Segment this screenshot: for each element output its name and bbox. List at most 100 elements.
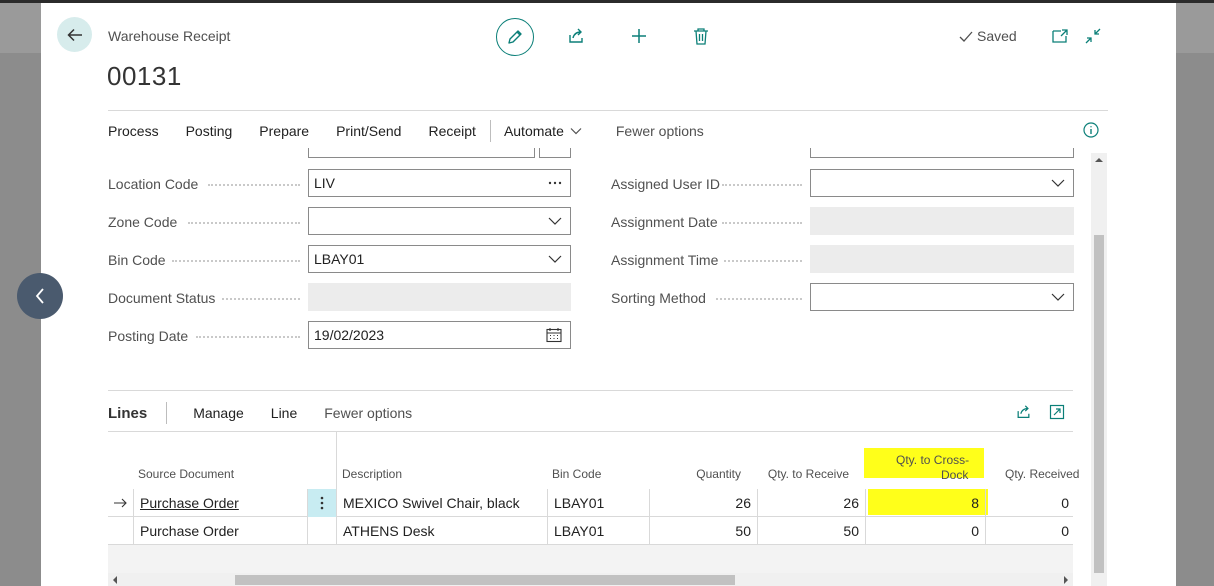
- cell-quantity[interactable]: 26: [649, 489, 757, 517]
- location-code-field[interactable]: LIV: [308, 169, 571, 197]
- lookup-button[interactable]: [548, 181, 562, 185]
- share-icon: [569, 28, 583, 43]
- dot-leader: [208, 184, 300, 186]
- arrow-right-icon: [114, 498, 127, 508]
- col-quantity[interactable]: Quantity: [668, 467, 741, 481]
- table-row[interactable]: Purchase Order MEXICO Swivel Chair, blac…: [108, 489, 1073, 517]
- assigned-user-id-field[interactable]: [810, 169, 1074, 197]
- chevron-down-icon: [548, 217, 562, 225]
- action-process[interactable]: Process: [108, 123, 159, 139]
- row-actions-button[interactable]: [307, 489, 336, 517]
- document-status-label: Document Status: [108, 290, 216, 306]
- collapse-button[interactable]: [1082, 25, 1104, 47]
- lines-action-line[interactable]: Line: [271, 405, 297, 421]
- delete-button[interactable]: [690, 25, 712, 47]
- page-caption: Warehouse Receipt: [108, 28, 231, 44]
- chevron-down-icon: [1051, 293, 1065, 301]
- lines-grid: Source Document Description Bin Code Qua…: [108, 431, 1079, 576]
- lines-divider: [108, 390, 1073, 391]
- chevron-down-icon: [570, 128, 582, 135]
- scrolled-field-left-button[interactable]: [539, 148, 571, 158]
- action-posting[interactable]: Posting: [186, 123, 233, 139]
- lines-separator: [166, 402, 168, 424]
- location-code-value: LIV: [314, 175, 336, 191]
- cell-bin-code[interactable]: LBAY01: [547, 517, 649, 545]
- row-indicator[interactable]: [108, 489, 133, 517]
- lines-expand-button[interactable]: [1049, 404, 1065, 425]
- open-new-window-button[interactable]: [1049, 25, 1071, 47]
- cell-quantity[interactable]: 50: [649, 517, 757, 545]
- row-indicator[interactable]: [108, 517, 133, 545]
- chevron-down-icon: [1051, 179, 1065, 187]
- share-button[interactable]: [565, 25, 587, 47]
- assigned-user-id-dropdown[interactable]: [1051, 179, 1065, 187]
- cell-qty-to-cross-dock[interactable]: 0: [865, 517, 985, 545]
- col-description[interactable]: Description: [342, 467, 402, 481]
- pencil-icon: [508, 30, 522, 44]
- cell-qty-to-receive[interactable]: 26: [757, 489, 865, 517]
- scrolled-field-left[interactable]: [308, 148, 535, 158]
- bin-code-dropdown[interactable]: [548, 255, 562, 263]
- dot-leader: [722, 184, 802, 186]
- col-qty-received[interactable]: Qty. Received: [1005, 467, 1079, 481]
- row-actions-cell[interactable]: [307, 517, 336, 545]
- action-bar: Process Posting Prepare Print/Send Recei…: [108, 119, 704, 143]
- assignment-time-label: Assignment Time: [611, 252, 719, 268]
- zone-code-dropdown[interactable]: [548, 217, 562, 225]
- save-status: Saved: [959, 28, 1017, 44]
- horizontal-scrollbar[interactable]: [108, 573, 1073, 586]
- plus-icon: [632, 29, 646, 43]
- edit-button[interactable]: [496, 18, 534, 56]
- back-button[interactable]: [57, 17, 92, 52]
- action-receipt[interactable]: Receipt: [428, 123, 475, 139]
- dot-leader: [724, 260, 802, 262]
- info-button[interactable]: [1083, 122, 1099, 143]
- sorting-method-dropdown[interactable]: [1051, 293, 1065, 301]
- lines-title[interactable]: Lines: [108, 405, 147, 422]
- bin-code-label: Bin Code: [108, 252, 166, 268]
- dot-leader: [716, 298, 802, 300]
- action-fewer-options[interactable]: Fewer options: [616, 123, 704, 139]
- cell-qty-to-cross-dock[interactable]: 8: [865, 489, 985, 517]
- action-print-send[interactable]: Print/Send: [336, 123, 401, 139]
- table-row[interactable]: Purchase Order ATHENS Desk LBAY01 50 50 …: [108, 517, 1073, 545]
- zone-code-field[interactable]: [308, 207, 571, 235]
- vertical-scrollbar[interactable]: [1091, 153, 1107, 586]
- sorting-method-field[interactable]: [810, 283, 1074, 311]
- date-picker-button[interactable]: [546, 327, 562, 343]
- lines-share-button[interactable]: [1015, 404, 1032, 425]
- dot-leader: [222, 298, 300, 300]
- previous-record-button[interactable]: [17, 273, 63, 319]
- cell-source-document[interactable]: Purchase Order: [133, 517, 307, 545]
- cell-qty-received[interactable]: 0: [985, 489, 1075, 517]
- cell-description[interactable]: MEXICO Swivel Chair, black: [336, 489, 547, 517]
- posting-date-field[interactable]: 19/02/2023: [308, 321, 571, 349]
- document-status-field: [308, 283, 571, 311]
- dot-leader: [188, 222, 300, 224]
- lines-action-manage[interactable]: Manage: [193, 405, 244, 421]
- assigned-user-id-label: Assigned User ID: [611, 176, 720, 192]
- new-button[interactable]: [628, 25, 650, 47]
- action-prepare[interactable]: Prepare: [259, 123, 309, 139]
- cell-bin-code[interactable]: LBAY01: [547, 489, 649, 517]
- cell-qty-to-receive[interactable]: 50: [757, 517, 865, 545]
- sorting-method-label: Sorting Method: [611, 290, 706, 306]
- chevron-down-icon: [548, 255, 562, 263]
- col-qty-to-cross-dock-line2[interactable]: Dock: [941, 468, 968, 482]
- bin-code-field[interactable]: LBAY01: [308, 245, 571, 273]
- col-qty-to-receive[interactable]: Qty. to Receive: [758, 467, 849, 481]
- source-document-link[interactable]: Purchase Order: [140, 495, 239, 511]
- action-automate[interactable]: Automate: [504, 123, 582, 139]
- col-qty-to-cross-dock-line1[interactable]: Qty. to Cross-: [896, 453, 969, 467]
- cell-source-document[interactable]: Purchase Order: [133, 489, 307, 517]
- scrolled-field-right[interactable]: [810, 148, 1074, 158]
- col-bin-code[interactable]: Bin Code: [552, 467, 601, 481]
- cell-qty-received[interactable]: 0: [985, 517, 1075, 545]
- posting-date-value: 19/02/2023: [314, 327, 385, 343]
- vertical-scroll-thumb[interactable]: [1094, 235, 1104, 573]
- horizontal-scroll-thumb[interactable]: [235, 575, 735, 585]
- assignment-time-field: [810, 245, 1074, 273]
- lines-fewer-options[interactable]: Fewer options: [324, 405, 412, 421]
- cell-description[interactable]: ATHENS Desk: [336, 517, 547, 545]
- col-source-document[interactable]: Source Document: [138, 467, 234, 481]
